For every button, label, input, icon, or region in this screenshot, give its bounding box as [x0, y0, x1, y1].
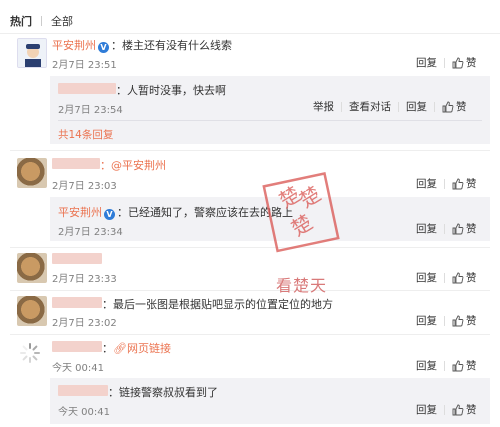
- link-icon: 🔗︎: [113, 342, 127, 355]
- tab-all[interactable]: 全部: [51, 13, 73, 29]
- view-conversation-button[interactable]: 查看对话: [349, 99, 391, 114]
- thumbs-up-icon: [442, 101, 454, 112]
- comment-time: 2月7日 23:51: [52, 60, 117, 71]
- like-button[interactable]: 赞: [452, 358, 477, 373]
- like-label: 赞: [466, 272, 477, 284]
- verified-icon: V: [98, 42, 109, 53]
- stamp-char: 楚: [287, 210, 317, 241]
- reply-body: ：人暂时没事，快去啊: [58, 82, 226, 98]
- like-label: 赞: [466, 404, 477, 416]
- web-link[interactable]: 网页链接: [127, 342, 171, 355]
- comment-body: ：最后一张图是根据贴吧显示的位置定位的地方: [52, 296, 333, 312]
- like-label: 赞: [466, 178, 477, 190]
- comment-body: 平安荆州 V ：楼主还有没有什么线索: [52, 37, 232, 53]
- like-label: 赞: [466, 223, 477, 235]
- reply-text: ：链接警察叔叔看到了: [108, 386, 218, 399]
- reply-button[interactable]: 回复: [416, 313, 437, 328]
- thumbs-up-icon: [452, 315, 464, 326]
- verified-icon: V: [104, 209, 115, 220]
- comment-text: ：最后一张图是根据贴吧显示的位置定位的地方: [102, 298, 333, 311]
- comment-tabs: 热门 全部: [10, 14, 73, 28]
- comment-time: 2月7日 23:03: [52, 181, 117, 192]
- comment-actions: 回复 赞: [416, 313, 477, 328]
- thumbs-up-icon: [452, 404, 464, 415]
- tab-divider: [41, 16, 42, 26]
- avatar[interactable]: [17, 253, 47, 283]
- like-label: 赞: [456, 101, 467, 113]
- stamp-char: 楚: [295, 182, 325, 213]
- tab-hot[interactable]: 热门: [10, 13, 32, 29]
- comment-time: 今天 00:41: [52, 363, 104, 374]
- divider: [10, 247, 490, 248]
- reply-button[interactable]: 回复: [416, 358, 437, 373]
- like-label: 赞: [466, 315, 477, 327]
- more-replies-link[interactable]: 共14条回复: [58, 127, 113, 142]
- comment-time: 2月7日 23:02: [52, 318, 117, 329]
- reply-time: 2月7日 23:34: [58, 227, 123, 238]
- reply-button[interactable]: 回复: [416, 270, 437, 285]
- reply-actions: 回复 赞: [416, 221, 477, 236]
- comment-text: ：楼主还有没有什么线索: [111, 39, 232, 52]
- thumbs-up-icon: [452, 178, 464, 189]
- like-button[interactable]: 赞: [442, 99, 467, 114]
- avatar[interactable]: [17, 296, 47, 326]
- comment-actions: 回复 赞: [416, 270, 477, 285]
- reply-button[interactable]: 回复: [416, 402, 437, 417]
- avatar[interactable]: [17, 38, 47, 68]
- like-button[interactable]: 赞: [452, 55, 477, 70]
- comment-actions: 回复 赞: [416, 358, 477, 373]
- reply-box: ：链接警察叔叔看到了 今天 00:41 回复 赞: [50, 378, 490, 424]
- divider: [10, 290, 490, 291]
- divider: [58, 120, 482, 121]
- comment-body: ：@平安荆州: [52, 157, 166, 173]
- watermark-text: 看楚天: [276, 276, 328, 295]
- reply-button[interactable]: 回复: [406, 99, 427, 114]
- username-blurred[interactable]: [52, 297, 102, 308]
- reply-time: 2月7日 23:54: [58, 105, 123, 116]
- mention-link[interactable]: ：@平安荆州: [100, 159, 166, 172]
- loading-spinner-icon: [20, 343, 40, 363]
- username-blurred[interactable]: [58, 385, 108, 396]
- reply-actions: 回复 赞: [416, 402, 477, 417]
- comment-actions: 回复 赞: [416, 55, 477, 70]
- report-button[interactable]: 举报: [313, 99, 334, 114]
- like-button[interactable]: 赞: [452, 402, 477, 417]
- comment-body: ：🔗︎网页链接: [52, 340, 171, 356]
- like-label: 赞: [466, 360, 477, 372]
- reply-time: 今天 00:41: [58, 407, 110, 418]
- reply-button[interactable]: 回复: [416, 176, 437, 191]
- reply-body: ：链接警察叔叔看到了: [58, 384, 218, 400]
- reply-actions: 举报 查看对话 回复 赞: [313, 99, 467, 114]
- divider: [10, 334, 490, 335]
- thumbs-up-icon: [452, 223, 464, 234]
- avatar[interactable]: [17, 158, 47, 188]
- comment-actions: 回复 赞: [416, 176, 477, 191]
- comment-body: [52, 253, 102, 267]
- reply-box: ：人暂时没事，快去啊 2月7日 23:54 举报 查看对话 回复 赞 共14条回…: [50, 76, 490, 144]
- like-button[interactable]: 赞: [452, 270, 477, 285]
- username-blurred[interactable]: [52, 253, 102, 264]
- divider: [0, 33, 500, 34]
- thumbs-up-icon: [452, 360, 464, 371]
- like-button[interactable]: 赞: [452, 221, 477, 236]
- thumbs-up-icon: [452, 272, 464, 283]
- username-blurred[interactable]: [52, 341, 102, 352]
- username[interactable]: 平安荆州: [58, 206, 102, 219]
- comment-time: 2月7日 23:33: [52, 274, 117, 285]
- username-blurred[interactable]: [58, 83, 116, 94]
- reply-text: ：人暂时没事，快去啊: [116, 84, 226, 97]
- loading-avatar[interactable]: [19, 342, 49, 372]
- username-blurred[interactable]: [52, 158, 100, 169]
- watermark-stamp: 楚 楚 楚: [262, 172, 340, 253]
- reply-button[interactable]: 回复: [416, 55, 437, 70]
- thumbs-up-icon: [452, 57, 464, 68]
- like-button[interactable]: 赞: [452, 176, 477, 191]
- like-label: 赞: [466, 57, 477, 69]
- username[interactable]: 平安荆州: [52, 39, 96, 52]
- like-button[interactable]: 赞: [452, 313, 477, 328]
- divider: [10, 150, 490, 151]
- reply-button[interactable]: 回复: [416, 221, 437, 236]
